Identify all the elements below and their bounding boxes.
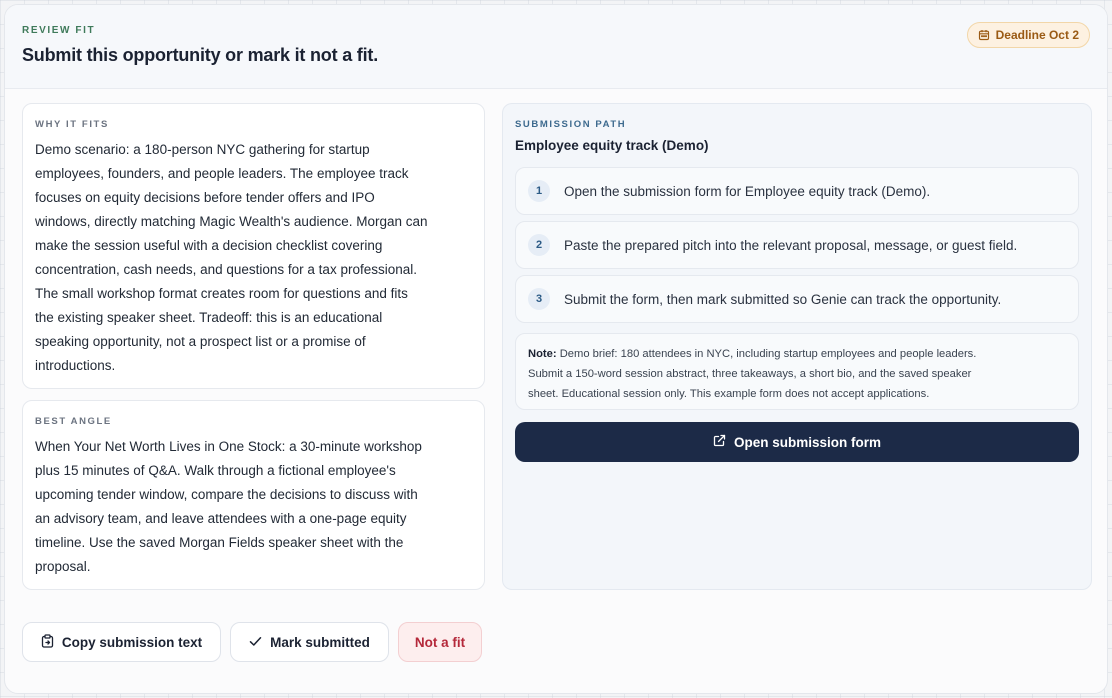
- text-line: When Your Net Worth Lives in One Stock: …: [35, 439, 422, 454]
- step-number: 1: [528, 180, 550, 202]
- note-text: Demo brief: 180 attendees in NYC, includ…: [556, 348, 977, 360]
- page-title: Submit this opportunity or mark it not a…: [22, 45, 378, 65]
- text-line: timeline. Use the saved Morgan Fields sp…: [35, 535, 404, 550]
- checkmark-icon: [249, 635, 262, 650]
- text-line: windows, directly matching Magic Wealth'…: [35, 214, 428, 229]
- mark-submitted-label: Mark submitted: [270, 634, 370, 650]
- open-submission-form-button[interactable]: Open submission form: [515, 422, 1079, 462]
- step-number: 2: [528, 234, 550, 256]
- why-it-fits-eyebrow: WHY IT FITS: [35, 119, 109, 130]
- not-a-fit-label: Not a fit: [414, 634, 466, 650]
- clipboard-icon: [41, 633, 54, 651]
- text-line: The small workshop format creates room f…: [35, 286, 408, 301]
- copy-submission-text-button[interactable]: Copy submission text: [22, 622, 221, 662]
- deadline-text: Deadline Oct 2: [995, 28, 1079, 42]
- copy-submission-text-label: Copy submission text: [61, 634, 203, 650]
- step-item: 1 Open the submission form for Employee …: [515, 167, 1079, 215]
- text-line: focuses on equity decisions before tende…: [35, 190, 375, 205]
- text-line: make the session useful with a decision …: [35, 238, 383, 253]
- text-line: introductions.: [35, 358, 116, 373]
- note-label: Note:: [528, 348, 557, 360]
- step-text: Paste the prepared pitch into the releva…: [564, 237, 1018, 253]
- why-it-fits-panel: WHY IT FITS Demo scenario: a 180-person …: [22, 103, 485, 389]
- text-line: speaking opportunity, not a prospect lis…: [35, 334, 366, 349]
- step-item: 2 Paste the prepared pitch into the rele…: [515, 221, 1079, 269]
- note-line: sheet. Educational session only. This ex…: [528, 388, 930, 400]
- calendar-icon: [978, 29, 990, 41]
- best-angle-panel: BEST ANGLE When Your Net Worth Lives in …: [22, 400, 485, 590]
- text-line: the existing speaker sheet. Tradeoff: th…: [35, 310, 383, 325]
- submission-path-panel: SUBMISSION PATH Employee equity track (D…: [502, 103, 1092, 590]
- step-number: 3: [528, 288, 550, 310]
- card-header: REVIEW FIT Submit this opportunity or ma…: [5, 5, 1107, 89]
- text-line: proposal.: [35, 559, 91, 574]
- note-line: Note: Demo brief: 180 attendees in NYC, …: [528, 344, 1066, 364]
- best-angle-text: When Your Net Worth Lives in One Stock: …: [35, 435, 472, 579]
- text-line: employees, founders, and people leaders.…: [35, 166, 409, 181]
- best-angle-eyebrow: BEST ANGLE: [35, 416, 112, 427]
- text-line: concentration, cash needs, and questions…: [35, 262, 417, 277]
- step-text: Open the submission form for Employee eq…: [564, 183, 931, 199]
- text-line: an advisory team, and leave attendees wi…: [35, 511, 407, 526]
- mark-submitted-button[interactable]: Mark submitted: [230, 622, 389, 662]
- submission-path-eyebrow: SUBMISSION PATH: [515, 119, 627, 130]
- why-it-fits-text: Demo scenario: a 180-person NYC gatherin…: [35, 138, 472, 378]
- not-a-fit-button[interactable]: Not a fit: [398, 622, 482, 662]
- text-line: upcoming tender window, compare the deci…: [35, 487, 418, 502]
- deadline-badge: Deadline Oct 2: [966, 22, 1090, 48]
- note-line: Submit a 150-word session abstract, thre…: [528, 368, 972, 380]
- step-item: 3 Submit the form, then mark submitted s…: [515, 275, 1079, 323]
- step-text: Submit the form, then mark submitted so …: [564, 291, 1002, 307]
- external-link-icon: [713, 434, 726, 450]
- track-name: Employee equity track (Demo): [515, 138, 709, 153]
- submission-note: Note: Demo brief: 180 attendees in NYC, …: [515, 333, 1079, 410]
- text-line: plus 15 minutes of Q&A. Walk through a f…: [35, 463, 396, 478]
- review-fit-eyebrow: REVIEW FIT: [22, 25, 96, 36]
- open-submission-form-label: Open submission form: [733, 434, 882, 450]
- text-line: Demo scenario: a 180-person NYC gatherin…: [35, 142, 370, 157]
- review-fit-card: REVIEW FIT Submit this opportunity or ma…: [4, 4, 1108, 694]
